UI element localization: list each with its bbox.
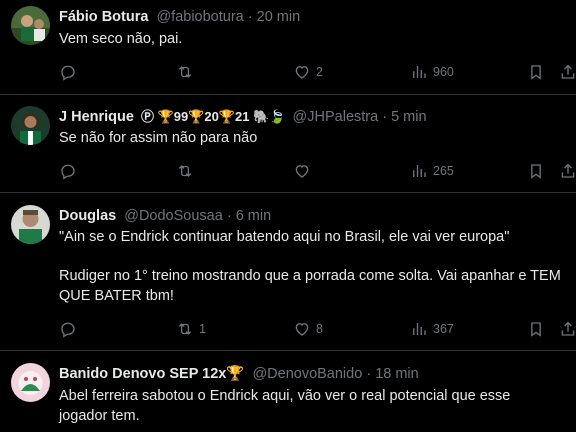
tweet-1[interactable]: Fábio Botura @fabiobotura · 20 min Vem s… <box>0 0 576 94</box>
separator-dot: · <box>362 366 376 382</box>
reply-button[interactable] <box>59 62 82 82</box>
display-name[interactable]: Douglas <box>59 208 116 224</box>
repost-icon <box>178 323 192 335</box>
repost-button[interactable]: 1 <box>176 319 206 339</box>
bookmark-button[interactable] <box>527 62 545 82</box>
share-button[interactable] <box>559 62 576 82</box>
timestamp[interactable]: 6 min <box>236 208 271 224</box>
views-button[interactable]: 960 <box>410 62 454 82</box>
avatar-image <box>11 205 50 244</box>
views-button[interactable]: 265 <box>410 161 454 181</box>
reply-button[interactable] <box>59 319 82 339</box>
views-icon <box>413 323 426 335</box>
avatar[interactable] <box>11 106 50 145</box>
tweet-text: Vem seco não, pai. <box>59 31 183 47</box>
like-button[interactable] <box>293 161 316 181</box>
views-icon <box>413 66 426 78</box>
repost-button[interactable] <box>176 161 199 181</box>
timestamp[interactable]: 5 min <box>391 109 426 125</box>
handle[interactable]: @DenovoBanido <box>252 366 362 382</box>
avatar-image <box>11 6 50 45</box>
tweet-2[interactable]: J Henrique Ⓟ 🏆99🏆20🏆21 🐘🍃 @JHPalestra · … <box>0 95 576 192</box>
avatar[interactable] <box>11 363 50 402</box>
tweet-header: J Henrique Ⓟ 🏆99🏆20🏆21 🐘🍃 @JHPalestra · … <box>59 108 427 126</box>
like-icon <box>295 66 309 79</box>
share-button[interactable] <box>559 161 576 181</box>
reply-icon <box>61 65 75 81</box>
tweet-text: Se não for assim não para não <box>59 130 258 146</box>
tweet-text: "Ain se o Endrick continuar batendo aqui… <box>59 229 561 304</box>
bookmark-icon <box>531 65 541 80</box>
separator-dot: · <box>378 109 392 125</box>
like-icon <box>295 165 309 178</box>
repost-button[interactable] <box>176 62 199 82</box>
avatar-image <box>11 106 50 145</box>
reply-button[interactable] <box>59 161 82 181</box>
tweet-3[interactable]: Douglas @DodoSousaa · 6 min "Ain se o En… <box>0 193 576 350</box>
tweet-header: Banido Denovo SEP 12x🏆 @DenovoBanido · 1… <box>59 365 419 383</box>
share-icon <box>561 163 575 178</box>
like-button[interactable]: 8 <box>293 319 323 339</box>
repost-icon <box>178 66 192 78</box>
like-button[interactable]: 2 <box>293 62 323 82</box>
bookmark-button[interactable] <box>527 161 545 181</box>
avatar-image <box>11 363 50 402</box>
handle[interactable]: @DodoSousaa <box>124 208 223 224</box>
display-name[interactable]: Fábio Botura <box>59 9 148 25</box>
tweet-header: Douglas @DodoSousaa · 6 min <box>59 207 271 225</box>
tweet-header: Fábio Botura @fabiobotura · 20 min <box>59 8 300 26</box>
views-icon <box>413 165 426 177</box>
display-name[interactable]: Banido Denovo SEP 12x🏆 <box>59 366 244 382</box>
tweet-text: Abel ferreira sabotou o Endrick aqui, vã… <box>59 388 515 424</box>
tweet-actions: 265 <box>0 161 576 181</box>
share-icon <box>561 64 575 79</box>
share-button[interactable] <box>559 319 576 339</box>
bookmark-icon <box>531 164 541 179</box>
timestamp[interactable]: 20 min <box>257 9 301 25</box>
repost-icon <box>178 165 192 177</box>
timestamp[interactable]: 18 min <box>375 366 419 382</box>
name-badges: Ⓟ 🏆99🏆20🏆21 🐘🍃 <box>140 109 286 124</box>
reply-icon <box>61 164 75 180</box>
separator-dot: · <box>222 208 236 224</box>
avatar[interactable] <box>11 6 50 45</box>
like-icon <box>295 323 309 336</box>
handle[interactable]: @JHPalestra <box>293 109 379 125</box>
avatar[interactable] <box>11 205 50 244</box>
bookmark-icon <box>531 322 541 337</box>
handle[interactable]: @fabiobotura <box>156 9 243 25</box>
tweet-actions: 1 8 367 <box>0 319 576 339</box>
display-name[interactable]: J Henrique <box>59 109 134 125</box>
tweet-actions: 2 960 <box>0 62 576 82</box>
views-button[interactable]: 367 <box>410 319 454 339</box>
bookmark-button[interactable] <box>527 319 545 339</box>
share-icon <box>561 321 575 336</box>
reply-icon <box>61 322 75 338</box>
separator-dot: · <box>243 9 257 25</box>
tweet-4[interactable]: Banido Denovo SEP 12x🏆 @DenovoBanido · 1… <box>0 351 576 432</box>
